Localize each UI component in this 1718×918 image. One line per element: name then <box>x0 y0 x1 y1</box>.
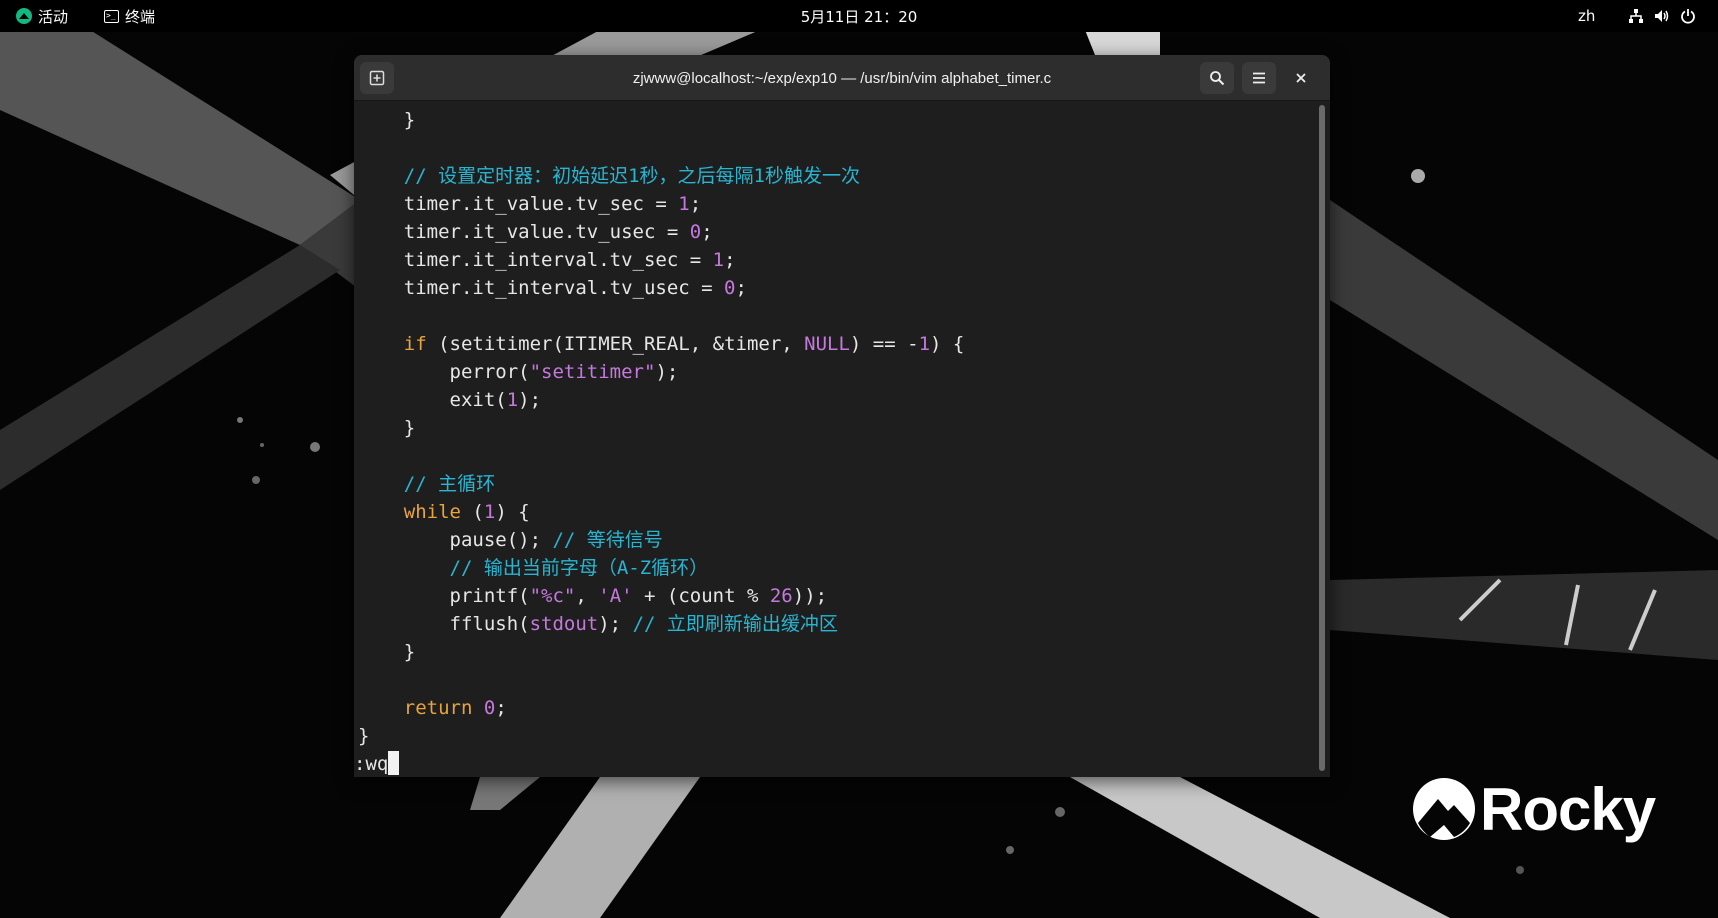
code-token: ; <box>495 697 507 719</box>
code-token: 1 <box>506 389 519 411</box>
code-token: 26 <box>769 585 793 607</box>
code-token: ; <box>735 277 747 299</box>
rocky-linux-logo: Rocky <box>1412 775 1656 843</box>
code-line: } <box>358 638 415 666</box>
code-token: 1 <box>918 333 931 355</box>
rocky-mountain-icon <box>1413 778 1475 840</box>
code-token: // 立即刷新输出缓冲区 <box>632 613 838 635</box>
code-token: ; <box>701 221 713 243</box>
hamburger-menu-icon <box>1253 72 1265 84</box>
vim-command-line[interactable]: :wq <box>354 750 400 777</box>
code-line: if (setitimer(ITIMER_REAL, &timer, NULL)… <box>358 330 965 358</box>
close-icon <box>1296 73 1306 83</box>
code-token: printf( <box>358 585 530 607</box>
code-token: ( <box>460 501 484 523</box>
code-line: pause(); // 等待信号 <box>358 526 663 554</box>
code-token: if <box>403 333 427 355</box>
code-token: ) { <box>495 501 530 523</box>
code-token: ); <box>518 389 542 411</box>
rocky-logo-text: Rocky <box>1480 775 1656 843</box>
code-token: ) { <box>930 333 965 355</box>
code-line: timer.it_value.tv_usec = 0; <box>358 218 713 246</box>
code-token: timer.it_interval.tv_usec = <box>358 277 725 299</box>
top-bar: 活动 >_ 终端 5月11日 21：20 zh <box>0 0 1718 32</box>
terminal-window[interactable]: zjwww@localhost:~/exp/exp10 — /usr/bin/v… <box>354 55 1330 777</box>
close-button[interactable] <box>1284 62 1318 94</box>
code-line: printf("%c", 'A' + (count % 26)); <box>358 582 828 610</box>
code-line: } <box>358 414 415 442</box>
code-line: } <box>358 722 369 750</box>
code-token: 0 <box>483 697 496 719</box>
code-token: timer.it_interval.tv_sec = <box>358 249 713 271</box>
code-token: // 设置定时器：初始延迟1秒，之后每隔1秒触发一次 <box>358 165 860 187</box>
code-token: ); <box>598 613 633 635</box>
code-token: // 等待信号 <box>552 529 663 551</box>
code-line: return 0; <box>358 694 507 722</box>
network-icon <box>1629 9 1643 23</box>
input-language-indicator[interactable]: zh <box>1578 0 1595 32</box>
code-line: perror("setitimer"); <box>358 358 679 386</box>
code-line: fflush(stdout); // 立即刷新输出缓冲区 <box>358 610 838 638</box>
code-token: 0 <box>689 221 702 243</box>
code-token: timer.it_value.tv_sec = <box>358 193 679 215</box>
code-token: // 输出当前字母（A-Z循环） <box>358 557 709 579</box>
code-token: fflush( <box>358 613 530 635</box>
code-token: 1 <box>678 193 690 215</box>
code-token: } <box>358 641 416 663</box>
code-token: } <box>358 417 416 439</box>
code-token: 1 <box>712 249 725 271</box>
code-token: , <box>575 585 599 607</box>
scrollbar[interactable] <box>1319 105 1325 771</box>
text-cursor <box>388 751 400 775</box>
code-token: perror( <box>358 361 530 383</box>
code-token: exit( <box>358 389 507 411</box>
window-title: zjwww@localhost:~/exp/exp10 — /usr/bin/v… <box>632 69 1052 87</box>
power-icon <box>1681 9 1695 24</box>
code-token: "%c" <box>529 585 576 607</box>
code-line: while (1) { <box>358 498 530 526</box>
code-token: timer.it_value.tv_usec = <box>358 221 690 243</box>
code-line: timer.it_interval.tv_usec = 0; <box>358 274 747 302</box>
search-icon <box>1210 71 1225 86</box>
code-token: while <box>403 501 461 523</box>
terminal-content[interactable]: } // 设置定时器：初始延迟1秒，之后每隔1秒触发一次 timer.it_va… <box>354 101 1318 777</box>
volume-icon <box>1655 10 1669 22</box>
code-token: 0 <box>724 277 736 299</box>
menu-button[interactable] <box>1242 62 1276 94</box>
code-line: timer.it_interval.tv_sec = 1; <box>358 246 736 274</box>
code-token: } <box>358 725 370 747</box>
search-button[interactable] <box>1200 62 1234 94</box>
code-token: ; <box>689 193 702 215</box>
code-token: pause(); <box>358 529 553 551</box>
code-token: } <box>358 109 416 131</box>
code-token: // 主循环 <box>358 473 496 495</box>
code-token: ; <box>724 249 736 271</box>
code-line: } <box>358 106 415 134</box>
code-token: + (count % <box>632 585 770 607</box>
code-token: "setitimer" <box>529 361 656 383</box>
code-token: stdout <box>529 613 599 635</box>
code-token: ); <box>655 361 679 383</box>
clock[interactable]: 5月11日 21：20 <box>0 0 1718 32</box>
code-token: )); <box>792 585 828 607</box>
code-token: 'A' <box>598 585 633 607</box>
code-token: NULL <box>804 333 850 355</box>
code-line: // 设置定时器：初始延迟1秒，之后每隔1秒触发一次 <box>358 162 860 190</box>
code-token: ) == - <box>849 333 919 355</box>
code-token: return <box>403 697 473 719</box>
code-line: exit(1); <box>358 386 542 414</box>
code-token: 1 <box>483 501 496 523</box>
code-token: (setitimer(ITIMER_REAL, &timer, <box>426 333 805 355</box>
vim-command-text: :wq <box>354 753 389 775</box>
window-titlebar[interactable]: zjwww@localhost:~/exp/exp10 — /usr/bin/v… <box>354 55 1330 101</box>
code-line: // 输出当前字母（A-Z循环） <box>358 554 709 582</box>
system-status-menu[interactable] <box>1628 0 1696 32</box>
code-line: timer.it_value.tv_sec = 1; <box>358 190 701 218</box>
code-line: // 主循环 <box>358 470 495 498</box>
